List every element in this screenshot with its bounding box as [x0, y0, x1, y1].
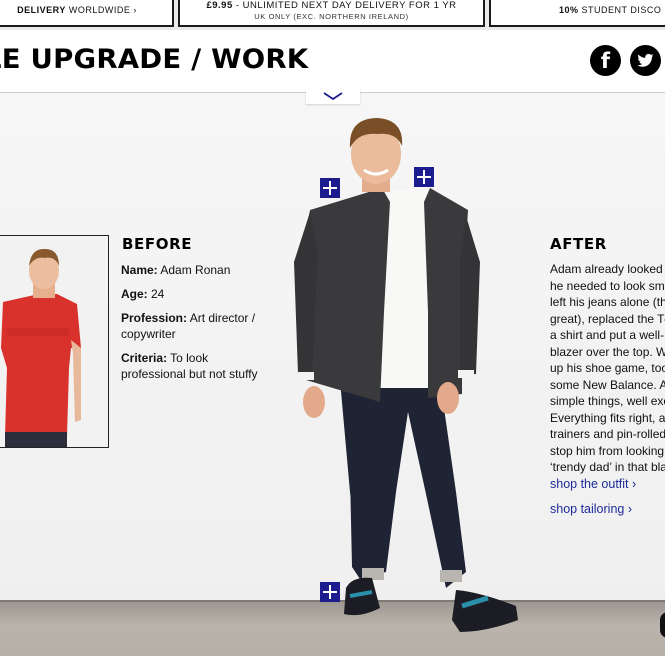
chevron-down-icon — [323, 92, 343, 100]
before-profession: Profession: Art director / copywriter — [121, 310, 266, 342]
after-line: stop him from looking — [550, 443, 665, 458]
after-heading: AFTER — [550, 235, 607, 253]
bottom-band — [0, 656, 665, 665]
promo-next-day-delivery[interactable]: £9.95 - UNLIMITED NEXT DAY DELIVERY FOR … — [178, 0, 485, 27]
after-line: Everything fits right, a — [550, 410, 665, 425]
hotspot-plus-icon[interactable] — [320, 178, 340, 198]
after-line: left his jeans alone (the — [550, 295, 665, 309]
after-line: blazer over the top. W — [550, 344, 665, 359]
shop-tailoring-link[interactable]: shop tailoring › — [550, 502, 632, 516]
criteria-label: Criteria: — [121, 351, 168, 365]
profession-label: Profession: — [121, 311, 188, 325]
hotspot-plus-icon[interactable] — [414, 167, 434, 187]
before-heading: BEFORE — [122, 235, 193, 253]
promo-student-discount[interactable]: 10% STUDENT DISCO — [489, 0, 665, 27]
after-line: a shirt and put a well- — [550, 328, 665, 342]
after-line: great), replaced the T- — [550, 311, 665, 326]
after-line: trainers and pin-rolled — [550, 427, 665, 441]
after-line: simple things, well exe — [550, 394, 665, 408]
promo-bold: DELIVERY — [17, 5, 66, 15]
shop-the-outfit-link[interactable]: shop the outfit › — [550, 477, 636, 491]
before-age: Age: 24 — [121, 286, 266, 302]
promo-price: £9.95 — [206, 0, 233, 11]
hotspot-plus-icon[interactable] — [320, 582, 340, 602]
age-value: 24 — [147, 287, 165, 301]
after-line: up his shoe game, too — [550, 361, 665, 375]
promo-strip: DELIVERY WORLDWIDE › £9.95 - UNLIMITED N… — [0, 0, 665, 30]
before-name: Name: Adam Ronan — [121, 262, 266, 278]
promo-text: STUDENT DISCO — [578, 5, 662, 15]
age-label: Age: — [121, 287, 148, 301]
after-line: Adam already looked — [550, 262, 663, 276]
after-description: Adam already looked he needed to look sm… — [550, 261, 665, 476]
promo-delivery-worldwide[interactable]: DELIVERY WORLDWIDE › — [0, 0, 174, 27]
promo-text: WORLDWIDE › — [65, 5, 137, 15]
corner-button[interactable] — [660, 612, 665, 638]
name-value: Adam Ronan — [157, 263, 231, 277]
twitter-icon[interactable] — [630, 45, 661, 76]
name-label: Name: — [121, 263, 158, 277]
promo-subtext: UK ONLY (EXC. NORTHERN IRELAND) — [254, 12, 409, 21]
before-photo — [0, 235, 109, 448]
promo-bold: 10% — [559, 5, 579, 15]
after-line: some New Balance. A — [550, 377, 665, 392]
after-line: ‘trendy dad’ in that bla — [550, 460, 665, 474]
page-title: LE UPGRADE / WORK — [0, 44, 309, 75]
collapse-toggle[interactable] — [306, 88, 360, 104]
promo-text: - UNLIMITED NEXT DAY DELIVERY FOR 1 YR — [232, 0, 457, 11]
after-line: he needed to look sma — [550, 278, 665, 293]
before-criteria: Criteria: To look professional but not s… — [121, 350, 266, 382]
facebook-icon[interactable]: f — [590, 45, 621, 76]
